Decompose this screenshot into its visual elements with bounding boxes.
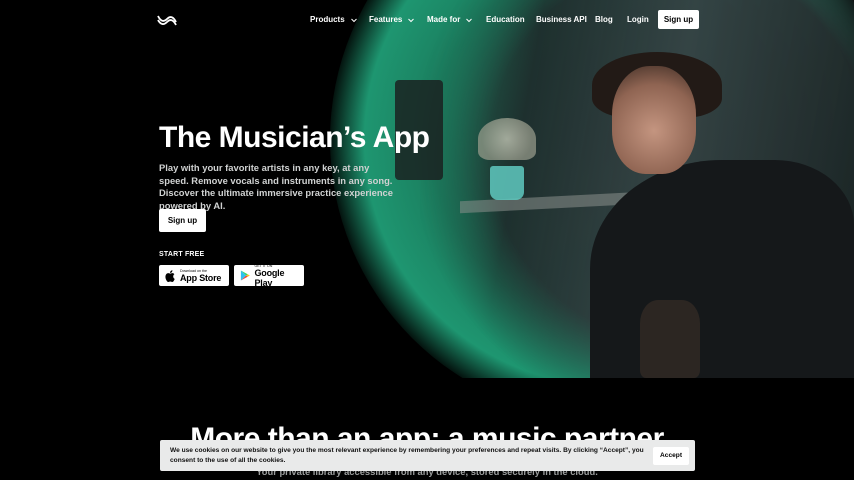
- nav-business-api[interactable]: Business API: [536, 15, 587, 24]
- chevron-down-icon: [350, 18, 357, 22]
- nav-made-for-label: Made for: [427, 15, 461, 24]
- chevron-down-icon: [466, 18, 473, 22]
- app-store-button[interactable]: Download on the App Store: [159, 265, 229, 286]
- top-nav: Products Features Made for Education Bus…: [0, 0, 854, 40]
- nav-business-api-label: Business API: [536, 15, 587, 24]
- nav-products-label: Products: [310, 15, 345, 24]
- nav-education[interactable]: Education: [486, 15, 525, 24]
- nav-blog-label: Blog: [595, 15, 613, 24]
- cookie-banner: We use cookies on our website to give yo…: [160, 440, 695, 471]
- start-free-label: START FREE: [159, 251, 205, 258]
- google-play-button[interactable]: GET IT ON Google Play: [234, 264, 304, 288]
- google-play-icon: [240, 270, 250, 281]
- nav-features[interactable]: Features: [369, 15, 415, 24]
- nav-made-for[interactable]: Made for: [427, 15, 473, 24]
- nav-login[interactable]: Login: [627, 15, 649, 24]
- app-store-big-label: App Store: [180, 272, 222, 283]
- nav-features-label: Features: [369, 15, 403, 24]
- cookie-text: We use cookies on our website to give yo…: [170, 446, 644, 464]
- hero-image: [0, 0, 854, 378]
- musician-body: [590, 160, 854, 378]
- nav-blog[interactable]: Blog: [595, 15, 613, 24]
- hero-subtitle: Play with your favorite artists in any k…: [159, 162, 393, 211]
- brand-logo-icon[interactable]: [157, 13, 177, 27]
- guitar: [640, 300, 700, 378]
- musician-face: [612, 66, 696, 174]
- chevron-down-icon: [408, 18, 415, 22]
- apple-icon: [165, 269, 175, 282]
- nav-login-label: Login: [627, 15, 649, 24]
- nav-signup-button[interactable]: Sign up: [658, 10, 699, 29]
- hero-title: The Musician’s App: [159, 121, 430, 154]
- cookie-accept-button[interactable]: Accept: [653, 446, 689, 465]
- mug: [490, 166, 524, 200]
- nav-products[interactable]: Products: [310, 15, 358, 24]
- google-play-big-label: Google Play: [254, 267, 285, 288]
- hero-signup-button[interactable]: Sign up: [159, 209, 206, 232]
- desk-lamp: [478, 118, 536, 160]
- nav-education-label: Education: [486, 15, 525, 24]
